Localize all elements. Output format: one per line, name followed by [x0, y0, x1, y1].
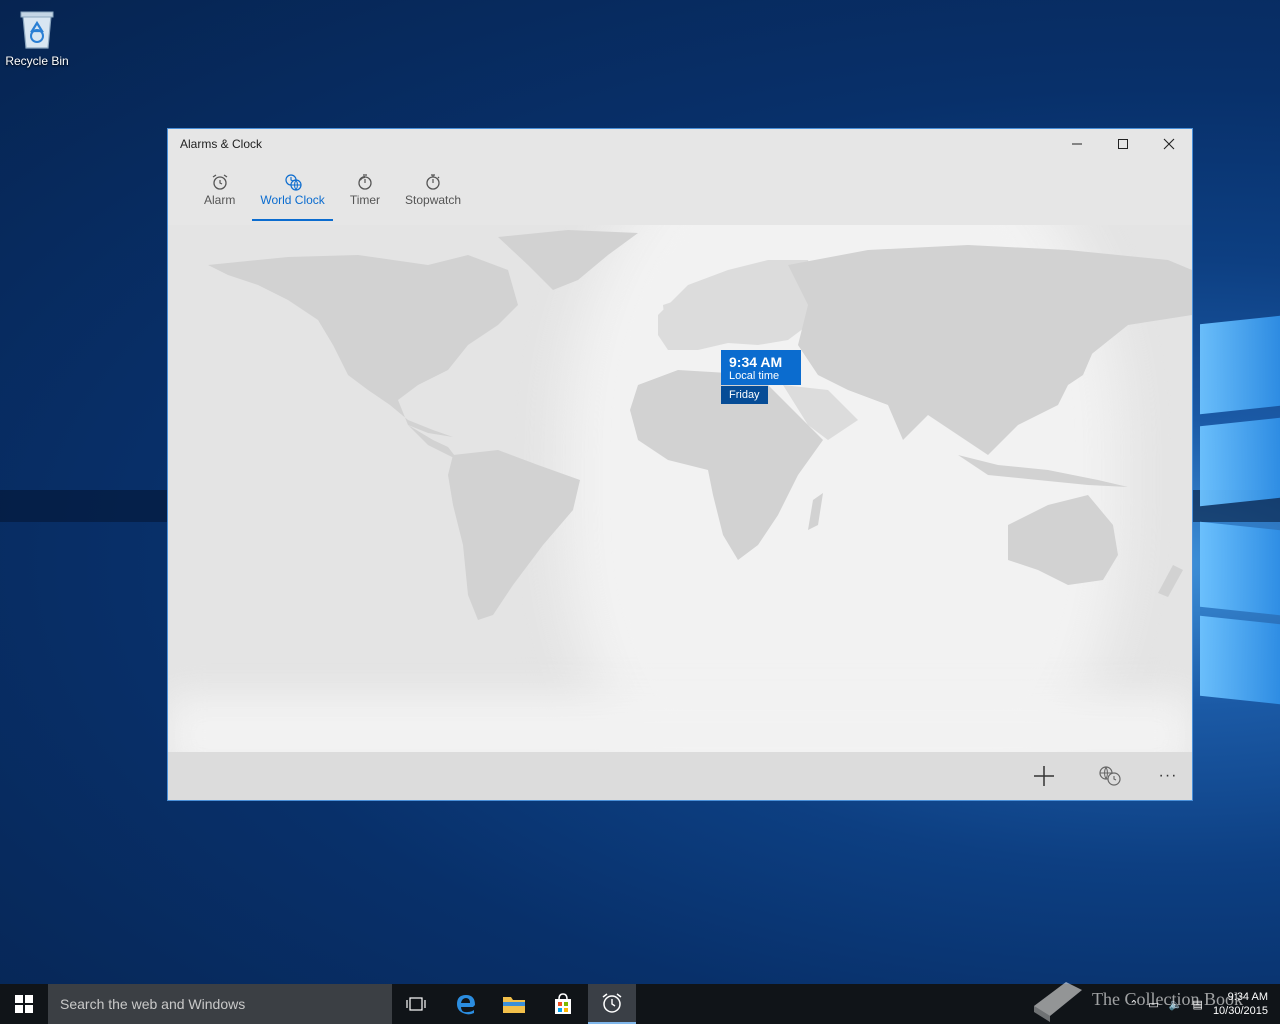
stopwatch-icon — [426, 174, 440, 190]
plus-icon — [1034, 766, 1054, 786]
madagascar — [808, 493, 823, 530]
tab-timer[interactable]: Timer — [350, 171, 380, 221]
more-button[interactable]: ··· — [1144, 752, 1192, 800]
north-america — [208, 255, 518, 437]
minimize-button[interactable] — [1054, 129, 1100, 159]
indonesia — [958, 455, 1128, 487]
close-button[interactable] — [1146, 129, 1192, 159]
tab-world-clock[interactable]: World Clock — [252, 171, 334, 221]
tab-timer-label: Timer — [349, 193, 381, 207]
world-map[interactable]: 9:34 AM Local time Friday — [168, 225, 1192, 752]
recycle-bin-label: Recycle Bin — [5, 54, 69, 68]
alarms-clock-taskbar-button[interactable] — [588, 984, 636, 1024]
task-view-icon — [406, 997, 426, 1011]
add-button[interactable] — [1020, 752, 1068, 800]
new-zealand — [1158, 565, 1183, 597]
search-box[interactable]: Search the web and Windows — [48, 984, 392, 1024]
windows-start-icon — [15, 995, 33, 1013]
united-kingdom — [663, 300, 680, 333]
window-title: Alarms & Clock — [180, 137, 263, 151]
tab-alarm[interactable]: Alarm — [204, 171, 235, 221]
compare-button[interactable] — [1086, 752, 1134, 800]
tab-strip: Alarm World Clock Timer Stopwatch — [204, 171, 486, 221]
maximize-button[interactable] — [1100, 129, 1146, 159]
start-button[interactable] — [0, 984, 48, 1024]
store-icon — [555, 993, 571, 1014]
local-time-marker[interactable]: 9:34 AM Local time Friday — [721, 350, 801, 404]
windows-logo-wallpaper — [1190, 300, 1280, 705]
world-clock-icon — [284, 174, 302, 191]
alarms-clock-window: Alarms & Clock Alarm World Clock Timer S… — [167, 128, 1193, 801]
maximize-icon — [1118, 139, 1128, 149]
compare-clocks-icon — [1099, 766, 1121, 786]
south-america — [448, 450, 580, 620]
timer-icon — [358, 174, 372, 190]
edge-icon — [457, 995, 475, 1015]
tab-stopwatch[interactable]: Stopwatch — [405, 171, 461, 221]
local-time-label: Local time — [729, 370, 780, 382]
folder-icon — [503, 997, 525, 1013]
alarms-clock-icon — [602, 993, 622, 1013]
title-bar[interactable]: Alarms & Clock — [168, 129, 1192, 159]
local-day: Friday — [721, 386, 768, 404]
local-time-value: 9:34 AM — [729, 354, 783, 370]
task-view-button[interactable] — [392, 984, 440, 1024]
local-time-box: 9:34 AM Local time — [721, 350, 801, 385]
greenland — [498, 230, 638, 290]
store-button[interactable] — [539, 984, 587, 1024]
minimize-icon — [1072, 143, 1082, 145]
edge-button[interactable] — [442, 984, 490, 1024]
tab-alarm-label: Alarm — [204, 193, 236, 207]
file-explorer-button[interactable] — [490, 984, 538, 1024]
tab-world-clock-label: World Clock — [260, 193, 325, 207]
close-icon — [1163, 138, 1175, 150]
continents-map — [208, 230, 1192, 620]
recycle-bin-icon — [18, 8, 56, 50]
book-icon — [1034, 982, 1082, 1022]
tab-stopwatch-label: Stopwatch — [405, 193, 462, 207]
australia — [1008, 495, 1118, 585]
command-bar: ··· — [168, 752, 1192, 800]
alarm-icon — [212, 174, 228, 190]
watermark: The Collection Book — [1030, 976, 1243, 1022]
watermark-text: The Collection Book — [1092, 988, 1243, 1009]
recycle-bin[interactable]: Recycle Bin — [4, 8, 70, 68]
